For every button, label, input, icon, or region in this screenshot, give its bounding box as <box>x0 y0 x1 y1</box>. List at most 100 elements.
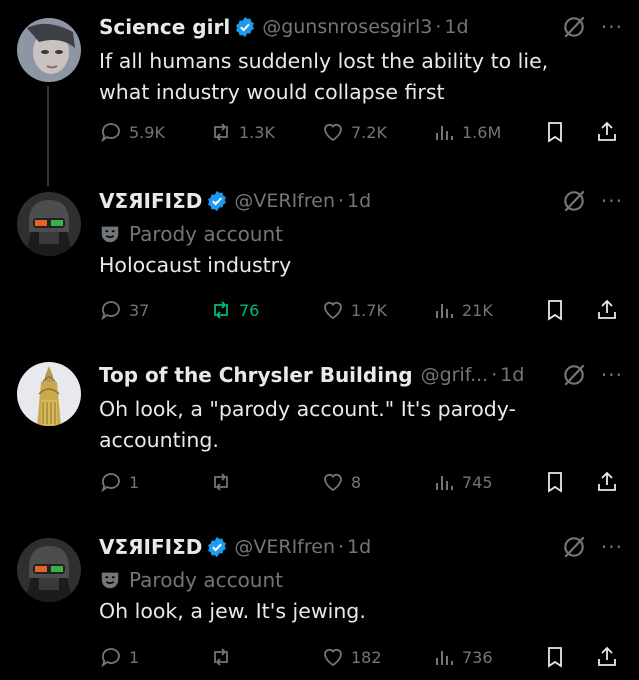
repost-count: 1.3K <box>239 122 275 142</box>
views-icon <box>436 651 453 665</box>
tweet[interactable]: Science girl @gunsnrosesgirl3 · 1d ··· I… <box>0 10 639 170</box>
heart-icon <box>324 648 342 667</box>
like-button[interactable]: 182 <box>321 642 382 672</box>
avatar[interactable] <box>17 18 81 82</box>
reply-icon <box>101 648 120 668</box>
repost-button[interactable]: 1.3K <box>209 117 275 147</box>
reply-button[interactable]: 1 <box>99 642 139 672</box>
author-name[interactable]: Top of the Chrysler Building <box>99 363 413 387</box>
parody-mask-icon <box>101 572 119 589</box>
tweet[interactable]: VΣЯIFIΣD @VERIfren · 1d ··· Parody accou… <box>0 530 639 680</box>
grok-icon[interactable] <box>561 14 587 40</box>
view-count: 21K <box>462 300 493 320</box>
bookmark-icon <box>548 647 562 668</box>
view-count: 1.6M <box>462 122 502 142</box>
heart-icon <box>324 301 342 320</box>
like-count: 1.7K <box>351 300 387 320</box>
share-icon <box>598 299 616 319</box>
like-button[interactable]: 8 <box>321 467 361 497</box>
share-icon <box>598 646 616 666</box>
repost-button[interactable]: 76 <box>209 295 259 325</box>
author-handle[interactable]: @grif... <box>421 364 489 386</box>
parody-label: Parody account <box>99 218 627 250</box>
bookmark-button[interactable] <box>543 467 573 497</box>
views-icon <box>436 126 453 140</box>
view-count: 745 <box>462 472 493 492</box>
author-name[interactable]: VΣЯIFIΣD <box>99 535 202 559</box>
reply-button[interactable]: 1 <box>99 467 139 497</box>
repost-button[interactable] <box>209 467 239 497</box>
share-button[interactable] <box>595 117 625 147</box>
views-button[interactable]: 1.6M <box>432 117 501 147</box>
like-count: 182 <box>351 647 382 667</box>
reply-count: 37 <box>129 300 150 320</box>
avatar[interactable] <box>17 192 81 256</box>
tweet-text: Oh look, a "parody account." It's parody… <box>99 397 516 452</box>
author-handle[interactable]: @VERIfren <box>234 190 335 212</box>
action-bar: 1 8 745 <box>99 467 619 497</box>
parody-label-text: Parody account <box>129 222 284 246</box>
like-button[interactable]: 7.2K <box>321 117 387 147</box>
separator-dot: · <box>337 536 345 558</box>
view-count: 736 <box>462 647 493 667</box>
separator-dot: · <box>491 364 498 386</box>
separator-dot: · <box>337 190 345 212</box>
parody-label: Parody account <box>99 564 627 596</box>
author-handle[interactable]: @gunsnrosesgirl3 <box>262 16 432 38</box>
grok-icon[interactable] <box>561 362 587 388</box>
reply-count: 1 <box>129 472 140 492</box>
separator-dot: · <box>435 16 442 38</box>
avatar[interactable] <box>17 362 81 426</box>
like-button[interactable]: 1.7K <box>321 295 387 325</box>
more-options-icon[interactable]: ··· <box>601 365 623 385</box>
verified-badge-icon <box>236 16 255 38</box>
share-button[interactable] <box>595 295 625 325</box>
more-options-icon[interactable]: ··· <box>601 17 623 37</box>
more-options-icon[interactable]: ··· <box>601 537 623 557</box>
author-name[interactable]: Science girl <box>99 15 230 39</box>
tweet-text: Oh look, a jew. It's jewing. <box>99 599 366 623</box>
tweet-text: If all humans suddenly lost the ability … <box>99 49 549 104</box>
reply-button[interactable]: 37 <box>99 295 149 325</box>
views-button[interactable]: 736 <box>432 642 493 672</box>
reply-button[interactable]: 5.9K <box>99 117 165 147</box>
parody-label-text: Parody account <box>129 568 284 592</box>
bookmark-icon <box>548 300 562 321</box>
action-bar: 1 182 736 <box>99 642 619 672</box>
like-count: 8 <box>351 472 362 492</box>
avatar[interactable] <box>17 538 81 602</box>
reply-count: 5.9K <box>129 122 165 142</box>
bookmark-button[interactable] <box>543 117 573 147</box>
bookmark-button[interactable] <box>543 295 573 325</box>
tweet[interactable]: VΣЯIFIΣD @VERIfren · 1d ··· Parody accou… <box>0 184 639 344</box>
repost-icon <box>214 301 228 319</box>
repost-button[interactable] <box>209 642 239 672</box>
action-bar: 37 76 1.7K 21K <box>99 295 619 325</box>
parody-mask-icon <box>101 226 119 243</box>
more-options-icon[interactable]: ··· <box>601 191 623 211</box>
bookmark-icon <box>548 122 562 143</box>
grok-icon[interactable] <box>561 534 587 560</box>
views-button[interactable]: 21K <box>432 295 493 325</box>
timestamp[interactable]: 1d <box>444 16 468 38</box>
views-icon <box>436 476 453 490</box>
repost-icon <box>214 648 228 666</box>
reply-icon <box>101 301 120 321</box>
share-button[interactable] <box>595 642 625 672</box>
bookmark-button[interactable] <box>543 642 573 672</box>
share-icon <box>598 471 616 491</box>
timestamp[interactable]: 1d <box>347 190 371 212</box>
views-button[interactable]: 745 <box>432 467 493 497</box>
tweet-text: Holocaust industry <box>99 253 292 277</box>
timestamp[interactable]: 1d <box>347 536 371 558</box>
grok-icon[interactable] <box>561 188 587 214</box>
tweet[interactable]: Top of the Chrysler Building @grif... · … <box>0 358 639 518</box>
repost-count: 76 <box>239 300 260 320</box>
reply-count: 1 <box>129 647 140 667</box>
timestamp[interactable]: 1d <box>500 364 524 386</box>
author-handle[interactable]: @VERIfren <box>234 536 335 558</box>
action-bar: 5.9K 1.3K 7.2K 1.6M <box>99 117 619 147</box>
author-name[interactable]: VΣЯIFIΣD <box>99 189 202 213</box>
share-button[interactable] <box>595 467 625 497</box>
reply-icon <box>101 473 120 493</box>
